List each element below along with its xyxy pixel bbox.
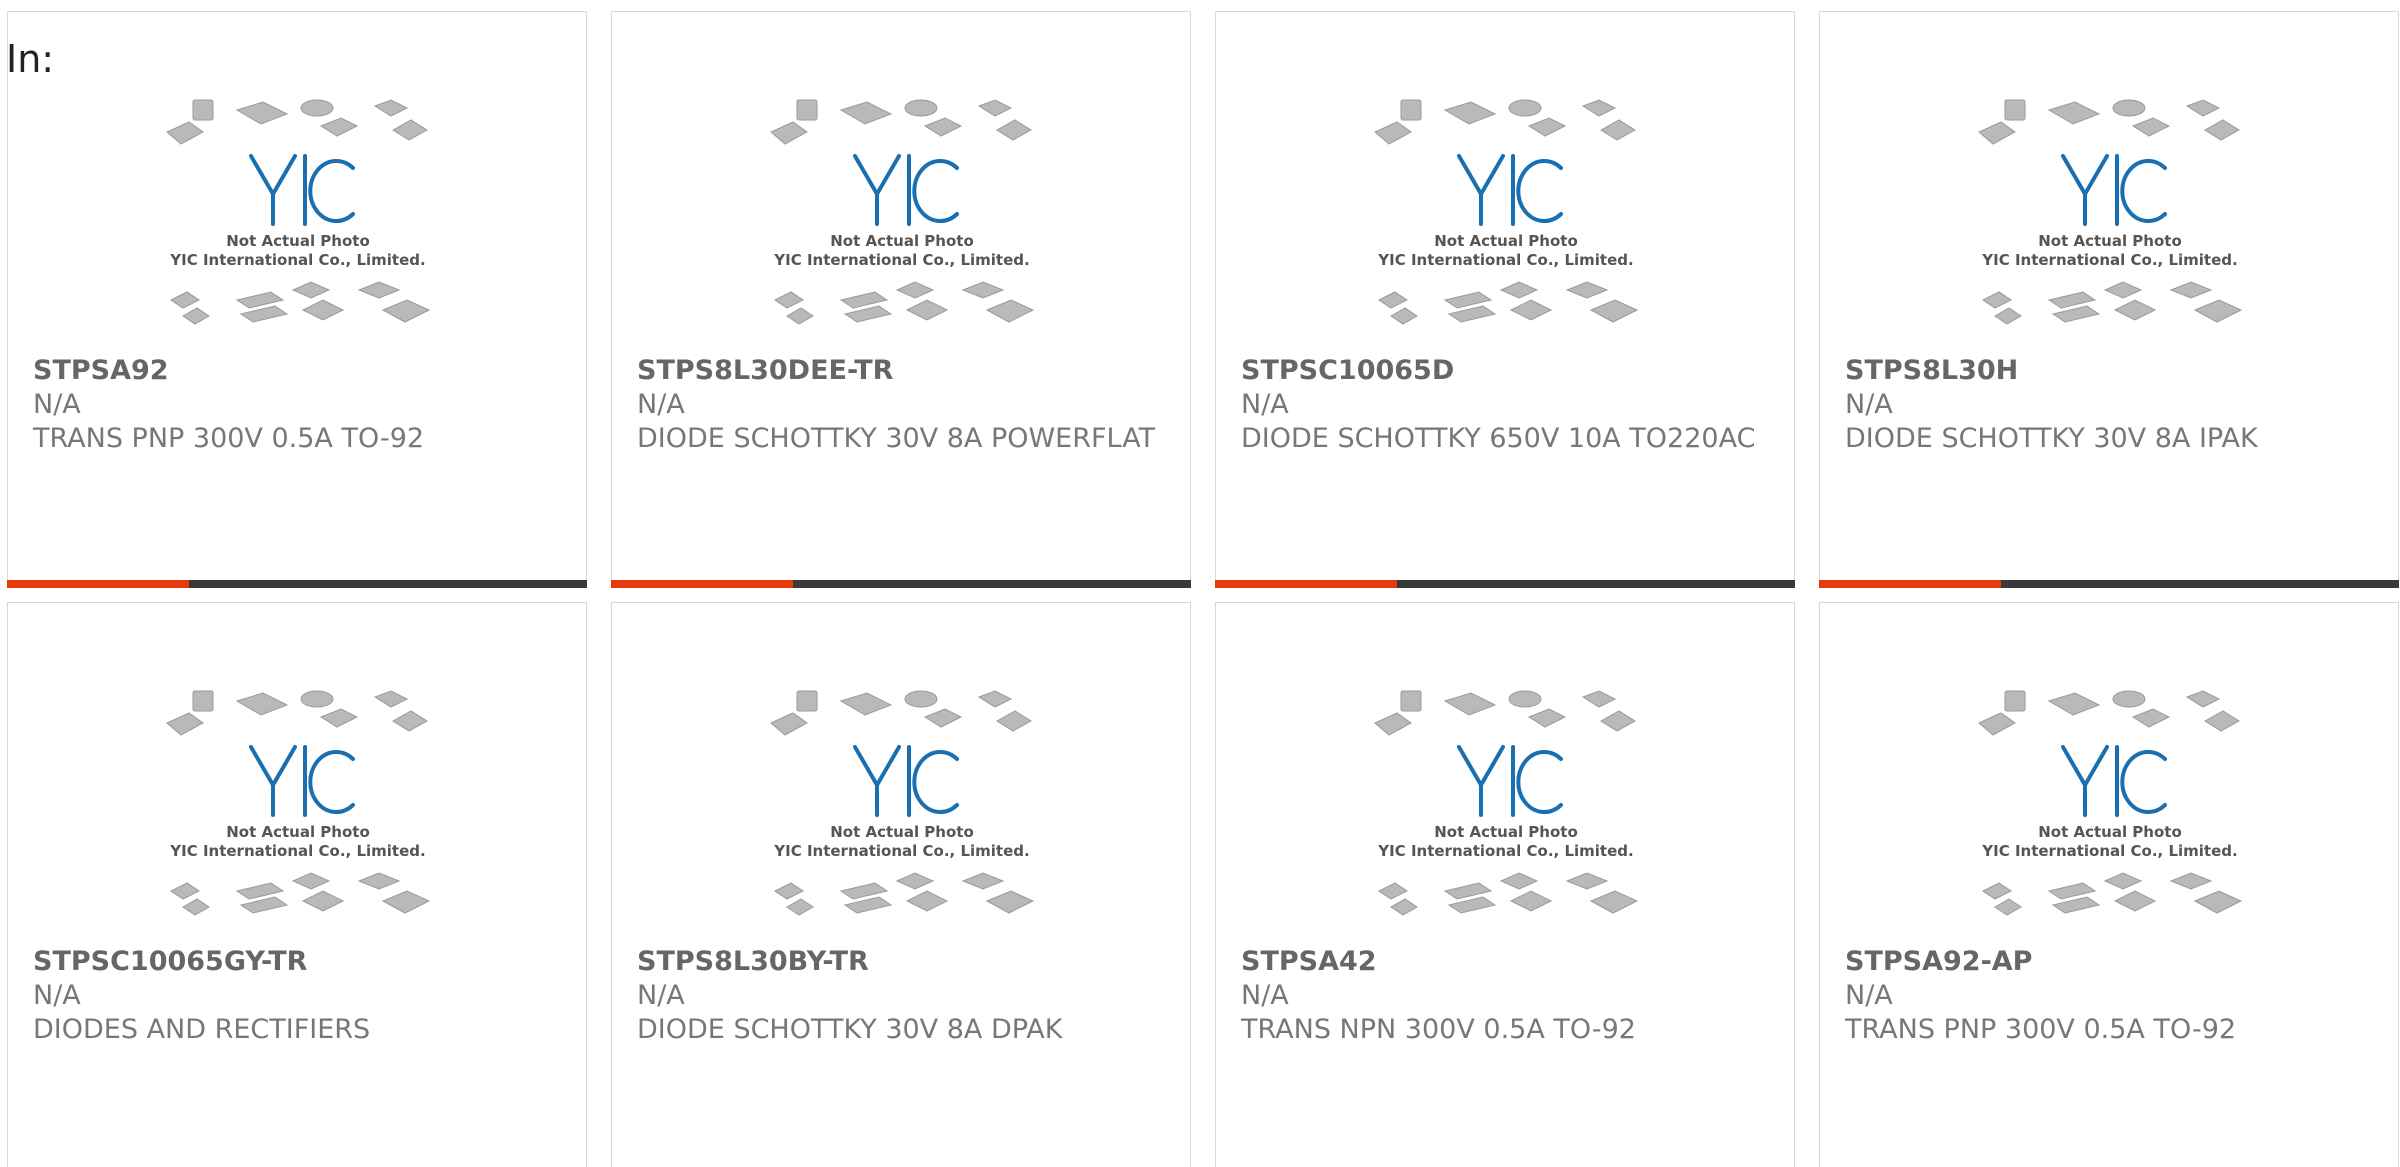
availability: N/A (1845, 980, 1893, 1011)
svg-text:YIC International Co., Limited: YIC International Co., Limited. (773, 251, 1029, 269)
card-bottom-bar (1215, 580, 1795, 588)
part-number[interactable]: STPSA42 (1241, 945, 1771, 979)
description: TRANS PNP 300V 0.5A TO-92 (1845, 1014, 2237, 1045)
svg-text:Not Actual Photo: Not Actual Photo (226, 823, 370, 841)
availability: N/A (637, 980, 685, 1011)
part-number[interactable]: STPS8L30H (1845, 354, 2375, 388)
svg-text:YIC International Co., Limited: YIC International Co., Limited. (1377, 251, 1633, 269)
product-image: Not Actual Photo YIC International Co., L… (1371, 687, 1641, 927)
product-image: Not Actual Photo YIC International Co., L… (1371, 96, 1641, 336)
product-info: STPSA92 N/A TRANS PNP 300V 0.5A TO-92 (33, 354, 563, 456)
product-image: Not Actual Photo YIC International Co., L… (767, 96, 1037, 336)
svg-text:Not Actual Photo: Not Actual Photo (2038, 232, 2182, 250)
svg-text:Not Actual Photo: Not Actual Photo (2038, 823, 2182, 841)
part-number[interactable]: STPS8L30DEE-TR (637, 354, 1167, 388)
description: DIODE SCHOTTKY 30V 8A IPAK (1845, 423, 2258, 454)
product-card[interactable]: Not Actual Photo YIC International Co., L… (611, 602, 1191, 1167)
part-number[interactable]: STPSC10065D (1241, 354, 1771, 388)
card-bottom-bar (611, 580, 1191, 588)
availability: N/A (1241, 980, 1289, 1011)
product-card[interactable]: Not Actual Photo YIC International Co., L… (7, 11, 587, 588)
availability: N/A (33, 980, 81, 1011)
part-number[interactable]: STPSC10065GY-TR (33, 945, 563, 979)
description: DIODE SCHOTTKY 650V 10A TO220AC (1241, 423, 1756, 454)
product-card[interactable]: Not Actual Photo YIC International Co., L… (611, 11, 1191, 588)
description: DIODES AND RECTIFIERS (33, 1014, 371, 1045)
product-info: STPS8L30DEE-TR N/A DIODE SCHOTTKY 30V 8A… (637, 354, 1167, 456)
product-info: STPSA42 N/A TRANS NPN 300V 0.5A TO-92 (1241, 945, 1771, 1047)
product-image: Not Actual Photo YIC International Co., L… (163, 96, 433, 336)
svg-text:Not Actual Photo: Not Actual Photo (1434, 232, 1578, 250)
part-number[interactable]: STPS8L30BY-TR (637, 945, 1167, 979)
description: DIODE SCHOTTKY 30V 8A POWERFLAT (637, 423, 1156, 454)
product-card[interactable]: Not Actual Photo YIC International Co., L… (1819, 11, 2399, 588)
card-bottom-bar (7, 580, 587, 588)
product-card[interactable]: Not Actual Photo YIC International Co., L… (7, 602, 587, 1167)
description: TRANS NPN 300V 0.5A TO-92 (1241, 1014, 1636, 1045)
svg-text:Not Actual Photo: Not Actual Photo (226, 232, 370, 250)
product-info: STPSC10065GY-TR N/A DIODES AND RECTIFIER… (33, 945, 563, 1047)
description: TRANS PNP 300V 0.5A TO-92 (33, 423, 425, 454)
product-card[interactable]: Not Actual Photo YIC International Co., L… (1819, 602, 2399, 1167)
product-image: Not Actual Photo YIC International Co., L… (767, 687, 1037, 927)
availability: N/A (637, 389, 685, 420)
in-label: In: (6, 37, 55, 81)
svg-text:YIC International Co., Limited: YIC International Co., Limited. (1981, 251, 2237, 269)
product-image: Not Actual Photo YIC International Co., L… (1975, 96, 2245, 336)
svg-text:Not Actual Photo: Not Actual Photo (830, 232, 974, 250)
availability: N/A (33, 389, 81, 420)
availability: N/A (1241, 389, 1289, 420)
svg-text:YIC International Co., Limited: YIC International Co., Limited. (169, 842, 425, 860)
part-number[interactable]: STPSA92-AP (1845, 945, 2375, 979)
product-info: STPSC10065D N/A DIODE SCHOTTKY 650V 10A … (1241, 354, 1771, 456)
product-info: STPSA92-AP N/A TRANS PNP 300V 0.5A TO-92 (1845, 945, 2375, 1047)
svg-text:YIC International Co., Limited: YIC International Co., Limited. (1981, 842, 2237, 860)
svg-text:Not Actual Photo: Not Actual Photo (830, 823, 974, 841)
product-info: STPS8L30H N/A DIODE SCHOTTKY 30V 8A IPAK (1845, 354, 2375, 456)
description: DIODE SCHOTTKY 30V 8A DPAK (637, 1014, 1063, 1045)
product-image: Not Actual Photo YIC International Co., L… (163, 687, 433, 927)
card-accent-bar (1819, 580, 2001, 588)
card-accent-bar (611, 580, 793, 588)
svg-text:Not Actual Photo: Not Actual Photo (1434, 823, 1578, 841)
page: In: Not Actual Photo YIC International Co… (0, 0, 2400, 1167)
product-card[interactable]: Not Actual Photo YIC International Co., L… (1215, 602, 1795, 1167)
card-accent-bar (1215, 580, 1397, 588)
product-grid: Not Actual Photo YIC International Co., L… (7, 11, 2399, 1167)
product-image: Not Actual Photo YIC International Co., L… (1975, 687, 2245, 927)
card-bottom-bar (1819, 580, 2399, 588)
svg-text:YIC International Co., Limited: YIC International Co., Limited. (773, 842, 1029, 860)
availability: N/A (1845, 389, 1893, 420)
svg-text:YIC International Co., Limited: YIC International Co., Limited. (1377, 842, 1633, 860)
product-info: STPS8L30BY-TR N/A DIODE SCHOTTKY 30V 8A … (637, 945, 1167, 1047)
product-card[interactable]: Not Actual Photo YIC International Co., L… (1215, 11, 1795, 588)
card-accent-bar (7, 580, 189, 588)
part-number[interactable]: STPSA92 (33, 354, 563, 388)
svg-text:YIC International Co., Limited: YIC International Co., Limited. (169, 251, 425, 269)
